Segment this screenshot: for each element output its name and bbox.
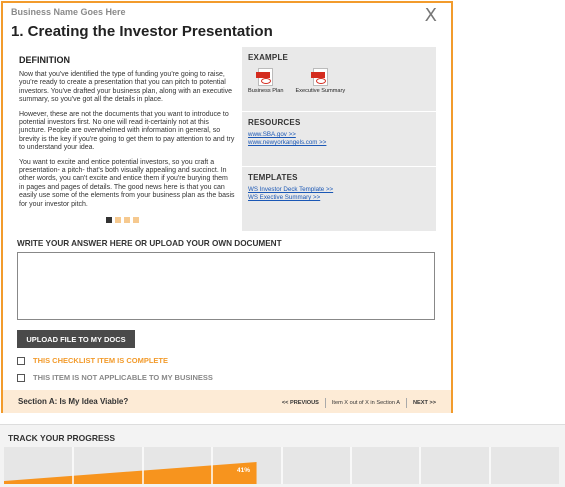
checklist-complete-option[interactable]: THIS CHECKLIST ITEM IS COMPLETE (17, 356, 168, 365)
answer-textarea[interactable] (17, 252, 435, 320)
example-doc-label: Executive Summary (295, 88, 346, 94)
not-applicable-label: THIS ITEM IS NOT APPLICABLE TO MY BUSINE… (33, 373, 213, 382)
business-name: Business Name Goes Here (11, 7, 126, 17)
definition-paragraph: You want to excite and entice potential … (19, 158, 235, 208)
resource-link-newyorkangels[interactable]: www.newyorkangels.com >> (248, 139, 436, 147)
upload-file-button[interactable]: UPLOAD FILE TO MY DOCS (17, 330, 135, 348)
resource-link-sba[interactable]: www.SBA.gov >> (248, 131, 436, 139)
definition-pager (106, 217, 139, 223)
progress-fill (4, 447, 491, 484)
definition-text: Now that you've identified the type of f… (19, 71, 235, 209)
progress-tracker: TRACK YOUR PROGRESS 41% (0, 424, 565, 487)
item-position: Item X out of X in Section A (331, 400, 400, 406)
close-icon[interactable]: X (425, 5, 437, 26)
item-navigation: << PREVIOUS Item X out of X in Section A… (282, 398, 436, 408)
example-doc-label: Business Plan (248, 88, 284, 94)
pdf-icon (310, 68, 328, 86)
page-title: 1. Creating the Investor Presentation (11, 23, 273, 40)
progress-bar: 41% (4, 447, 559, 484)
definition-panel: DEFINITION Now that you've identified th… (13, 49, 237, 229)
progress-title: TRACK YOUR PROGRESS (8, 433, 116, 443)
pager-dot[interactable] (115, 217, 121, 223)
nav-divider (324, 398, 326, 408)
example-doc-executive-summary[interactable]: Executive Summary (295, 68, 345, 94)
section-label: Section A: Is My Idea Viable? (18, 397, 129, 406)
template-link-executive-summary[interactable]: WS Exective Summary >> (248, 194, 436, 202)
definition-paragraph: However, these are not the documents tha… (19, 110, 235, 152)
templates-heading: TEMPLATES (248, 173, 298, 182)
example-heading: EXAMPLE (248, 53, 289, 62)
previous-button[interactable]: << PREVIOUS (282, 400, 319, 406)
pager-dot[interactable] (106, 217, 112, 223)
checklist-complete-label: THIS CHECKLIST ITEM IS COMPLETE (33, 356, 169, 365)
resources-section: RESOURCES www.SBA.gov >> www.newyorkange… (242, 112, 436, 167)
lesson-modal: Business Name Goes Here X 1. Creating th… (1, 1, 453, 413)
not-applicable-checkbox[interactable] (17, 373, 25, 382)
resources-heading: RESOURCES (248, 118, 301, 127)
templates-section: TEMPLATES WS Investor Deck Template >> W… (242, 167, 436, 231)
answer-heading: WRITE YOUR ANSWER HERE OR UPLOAD YOUR OW… (17, 239, 282, 248)
section-footer: Section A: Is My Idea Viable? << PREVIOU… (3, 390, 451, 413)
nav-divider (405, 398, 407, 408)
next-button[interactable]: NEXT >> (413, 400, 436, 406)
pager-dot[interactable] (133, 217, 139, 223)
progress-percent: 41% (237, 467, 251, 474)
progress-wedge (4, 462, 257, 484)
resources-sidebar: EXAMPLE Business Plan Executive Summary … (242, 47, 436, 231)
not-applicable-option[interactable]: THIS ITEM IS NOT APPLICABLE TO MY BUSINE… (17, 373, 213, 382)
pager-dot[interactable] (124, 217, 130, 223)
definition-heading: DEFINITION (19, 55, 70, 65)
pdf-icon (256, 68, 274, 86)
definition-paragraph: Now that you've identified the type of f… (19, 71, 233, 104)
example-section: EXAMPLE Business Plan Executive Summary (242, 47, 436, 112)
template-link-investor-deck[interactable]: WS Investor Deck Template >> (248, 186, 436, 194)
checklist-complete-checkbox[interactable] (17, 356, 25, 365)
example-doc-business-plan[interactable]: Business Plan (248, 68, 283, 94)
